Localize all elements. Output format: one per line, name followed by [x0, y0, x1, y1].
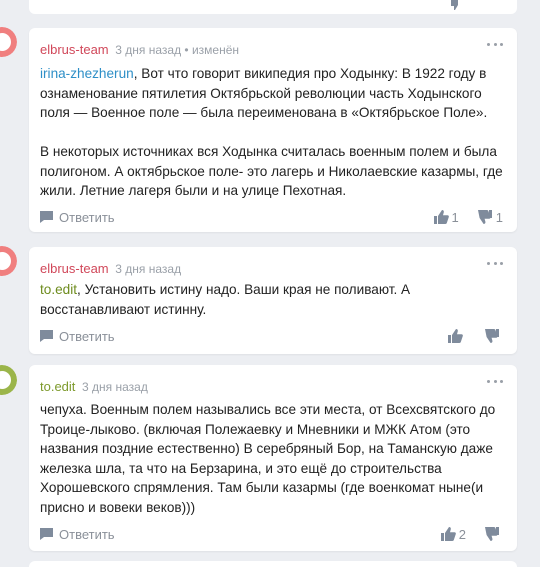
- dislike-button[interactable]: [484, 526, 503, 542]
- previous-comment-card: [29, 0, 517, 14]
- reply-label: Ответить: [59, 209, 115, 225]
- dislike-button[interactable]: 1: [477, 209, 503, 225]
- mention-link[interactable]: to.edit: [40, 282, 77, 297]
- avatar-icon: [0, 246, 17, 276]
- thumbs-up-icon: [440, 527, 456, 541]
- reply-button[interactable]: Ответить: [40, 527, 115, 542]
- reply-icon: [40, 211, 53, 223]
- comment-meta: 3 дня назад • изменён: [115, 43, 240, 57]
- comment-paragraph: В некоторых источниках вся Ходынка счита…: [40, 144, 503, 198]
- more-menu-icon[interactable]: [487, 40, 503, 48]
- like-count: 2: [458, 526, 466, 542]
- comment-header: elbrus-team 3 дня назад: [40, 261, 181, 276]
- comment-footer: Ответить 1 1: [40, 208, 503, 226]
- comment-header: elbrus-team 3 дня назад • изменён: [40, 42, 239, 57]
- like-button[interactable]: [447, 328, 466, 344]
- comment-card: to.edit 3 дня назад чепуха. Военным поле…: [0, 365, 517, 551]
- dislike-icon[interactable]: [450, 0, 464, 10]
- comment-header: to.edit 3 дня назад: [40, 379, 148, 394]
- next-comment-card: [29, 561, 517, 567]
- reply-button[interactable]: Ответить: [40, 329, 115, 344]
- comment-footer: Ответить: [40, 327, 503, 345]
- avatar-icon: [0, 365, 17, 395]
- more-menu-icon[interactable]: [487, 377, 503, 385]
- thumbs-down-icon: [485, 527, 499, 541]
- comment-footer: Ответить 2: [40, 525, 503, 543]
- reply-label: Ответить: [59, 328, 115, 344]
- avatar[interactable]: [0, 365, 17, 395]
- like-count: 1: [451, 209, 459, 225]
- comment-paragraph: чепуха. Военным полем назывались все эти…: [40, 402, 496, 515]
- comment-text: irina-zhezherun, Вот что говорит википед…: [40, 64, 503, 201]
- mention-link[interactable]: irina-zhezherun: [40, 66, 134, 81]
- comment-author[interactable]: elbrus-team: [40, 261, 109, 276]
- comment-card: elbrus-team 3 дня назад to.edit, Установ…: [0, 246, 517, 354]
- comment-paragraph: , Установить истину надо. Ваши края не п…: [40, 282, 411, 317]
- comment-text: чепуха. Военным полем назывались все эти…: [40, 400, 503, 517]
- comment-card: elbrus-team 3 дня назад • изменён irina-…: [0, 27, 517, 232]
- like-button[interactable]: 1: [433, 209, 459, 225]
- comment-author[interactable]: elbrus-team: [40, 42, 109, 57]
- reply-icon: [40, 528, 53, 540]
- comment-meta: 3 дня назад: [115, 262, 182, 276]
- reply-icon: [40, 330, 53, 342]
- thumbs-down-icon: [485, 329, 499, 343]
- thumbs-up-icon: [448, 329, 463, 343]
- like-button[interactable]: 2: [440, 526, 466, 542]
- reply-label: Ответить: [59, 526, 115, 542]
- avatar[interactable]: [0, 246, 17, 276]
- thumbs-up-icon: [433, 210, 449, 224]
- dislike-count: 1: [495, 209, 503, 225]
- more-menu-icon[interactable]: [487, 259, 503, 267]
- comment-text: to.edit, Установить истину надо. Ваши кр…: [40, 280, 503, 319]
- thumbs-down-icon: [477, 210, 492, 224]
- avatar[interactable]: [0, 27, 17, 57]
- avatar-icon: [0, 27, 17, 57]
- comment-meta: 3 дня назад: [82, 380, 148, 394]
- dislike-button[interactable]: [484, 328, 503, 344]
- reply-button[interactable]: Ответить: [40, 210, 115, 225]
- comment-author[interactable]: to.edit: [40, 379, 75, 394]
